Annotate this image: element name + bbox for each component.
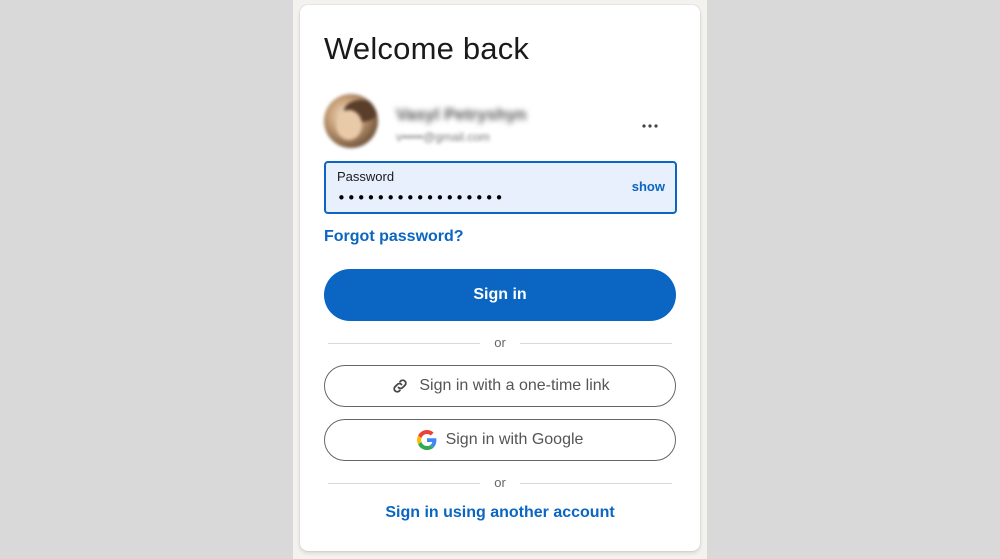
password-label: Password (337, 169, 395, 184)
google-sign-in-label: Sign in with Google (445, 431, 584, 448)
one-time-link-button[interactable]: Sign in with a one-time link (324, 365, 676, 407)
one-time-link-label: Sign in with a one-time link (419, 377, 610, 394)
page-title: Welcome back (324, 31, 530, 66)
account-email: v•••••@gmail.com (396, 130, 490, 144)
password-field[interactable]: Password show (324, 161, 677, 214)
password-input[interactable] (337, 189, 617, 207)
google-logo-icon (416, 430, 437, 450)
account-name: Vasyl Petryshyn (396, 105, 527, 124)
link-icon (390, 376, 410, 396)
remembered-account[interactable]: Vasyl Petryshyn v•••••@gmail.com (324, 93, 676, 151)
another-account-link[interactable]: Sign in using another account (300, 504, 700, 522)
forgot-password-link[interactable]: Forgot password? (324, 228, 464, 246)
or-divider: or (328, 333, 672, 353)
show-password-button[interactable]: show (632, 179, 665, 194)
sign-in-button[interactable]: Sign in (324, 269, 676, 321)
or-divider-2: or (328, 473, 672, 493)
login-card: Welcome back Vasyl Petryshyn v•••••@gmai… (300, 5, 700, 551)
more-options-button[interactable] (635, 111, 665, 141)
avatar (324, 94, 378, 148)
google-sign-in-button[interactable]: Sign in with Google (324, 419, 676, 461)
more-horizontal-icon (642, 124, 658, 128)
